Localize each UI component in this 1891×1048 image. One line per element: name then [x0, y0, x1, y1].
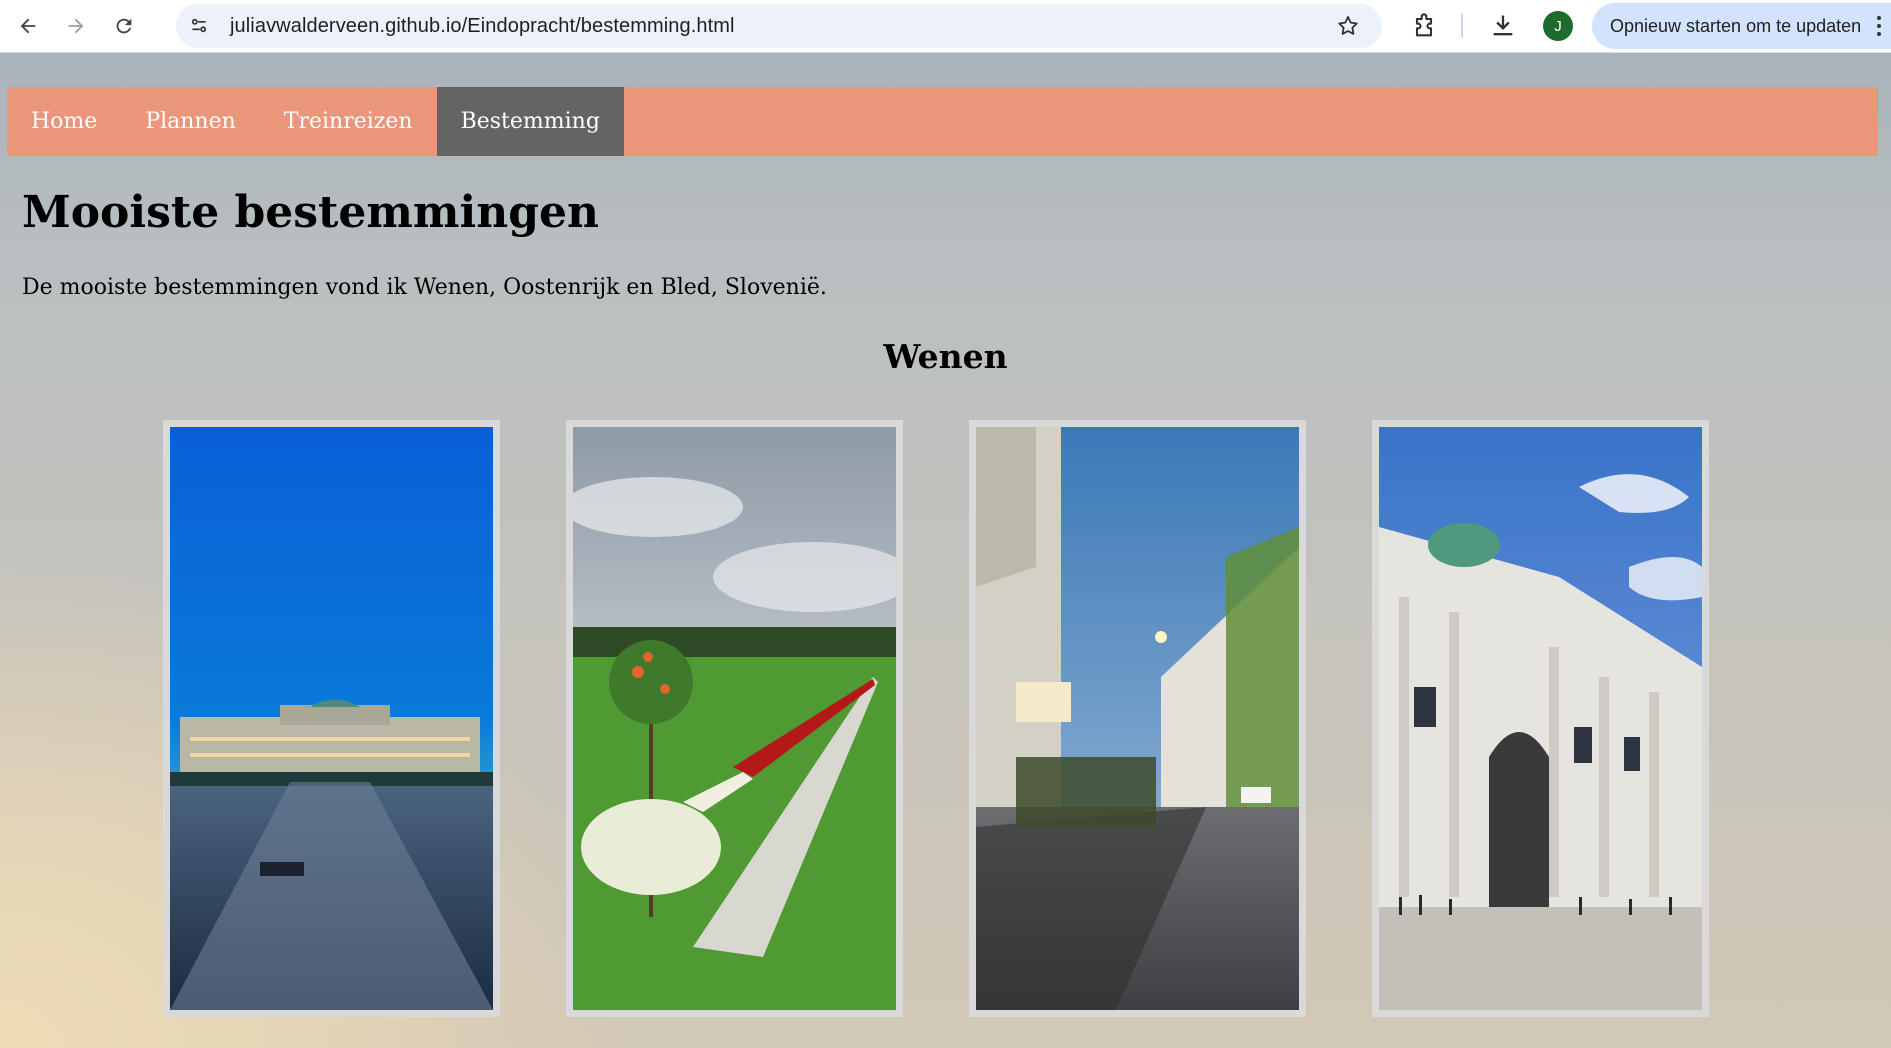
url-text[interactable]: juliavwalderveen.github.io/Eindopracht/b…	[230, 15, 735, 38]
top-navigation: Home Plannen Treinreizen Bestemming	[7, 87, 1878, 156]
nav-link-plannen[interactable]: Plannen	[121, 87, 259, 156]
forward-button[interactable]	[56, 6, 96, 46]
download-icon[interactable]	[1489, 12, 1517, 40]
section-title-wenen: Wenen	[883, 337, 1008, 376]
bookmark-star-icon[interactable]	[1336, 14, 1360, 38]
site-info-icon[interactable]	[182, 9, 216, 43]
photo-garden	[566, 420, 903, 1017]
page-content: Home Plannen Treinreizen Bestemming Mooi…	[0, 53, 1891, 1048]
browser-toolbar: juliavwalderveen.github.io/Eindopracht/b…	[0, 0, 1891, 53]
toolbar-divider	[1461, 14, 1463, 38]
nav-link-home[interactable]: Home	[7, 87, 121, 156]
intro-text: De mooiste bestemmingen vond ik Wenen, O…	[22, 275, 827, 300]
address-bar[interactable]: juliavwalderveen.github.io/Eindopracht/b…	[176, 4, 1382, 48]
nav-link-treinreizen[interactable]: Treinreizen	[260, 87, 437, 156]
nav-link-bestemming[interactable]: Bestemming	[436, 87, 624, 156]
reload-icon	[116, 18, 132, 34]
photo-palace-facade	[1372, 420, 1709, 1017]
extensions-puzzle-icon[interactable]	[1410, 12, 1438, 40]
arrow-right-icon	[68, 18, 84, 34]
back-button[interactable]	[8, 6, 48, 46]
reload-button[interactable]	[104, 6, 144, 46]
arrow-left-icon	[20, 18, 36, 34]
update-button[interactable]: Opnieuw starten om te updaten	[1592, 3, 1891, 49]
page-title: Mooiste bestemmingen	[22, 187, 599, 238]
photo-street-terrace	[969, 420, 1306, 1017]
profile-avatar[interactable]: J	[1543, 11, 1573, 41]
menu-kebab-icon[interactable]	[1876, 14, 1882, 38]
photo-palace-dusk	[163, 420, 500, 1017]
